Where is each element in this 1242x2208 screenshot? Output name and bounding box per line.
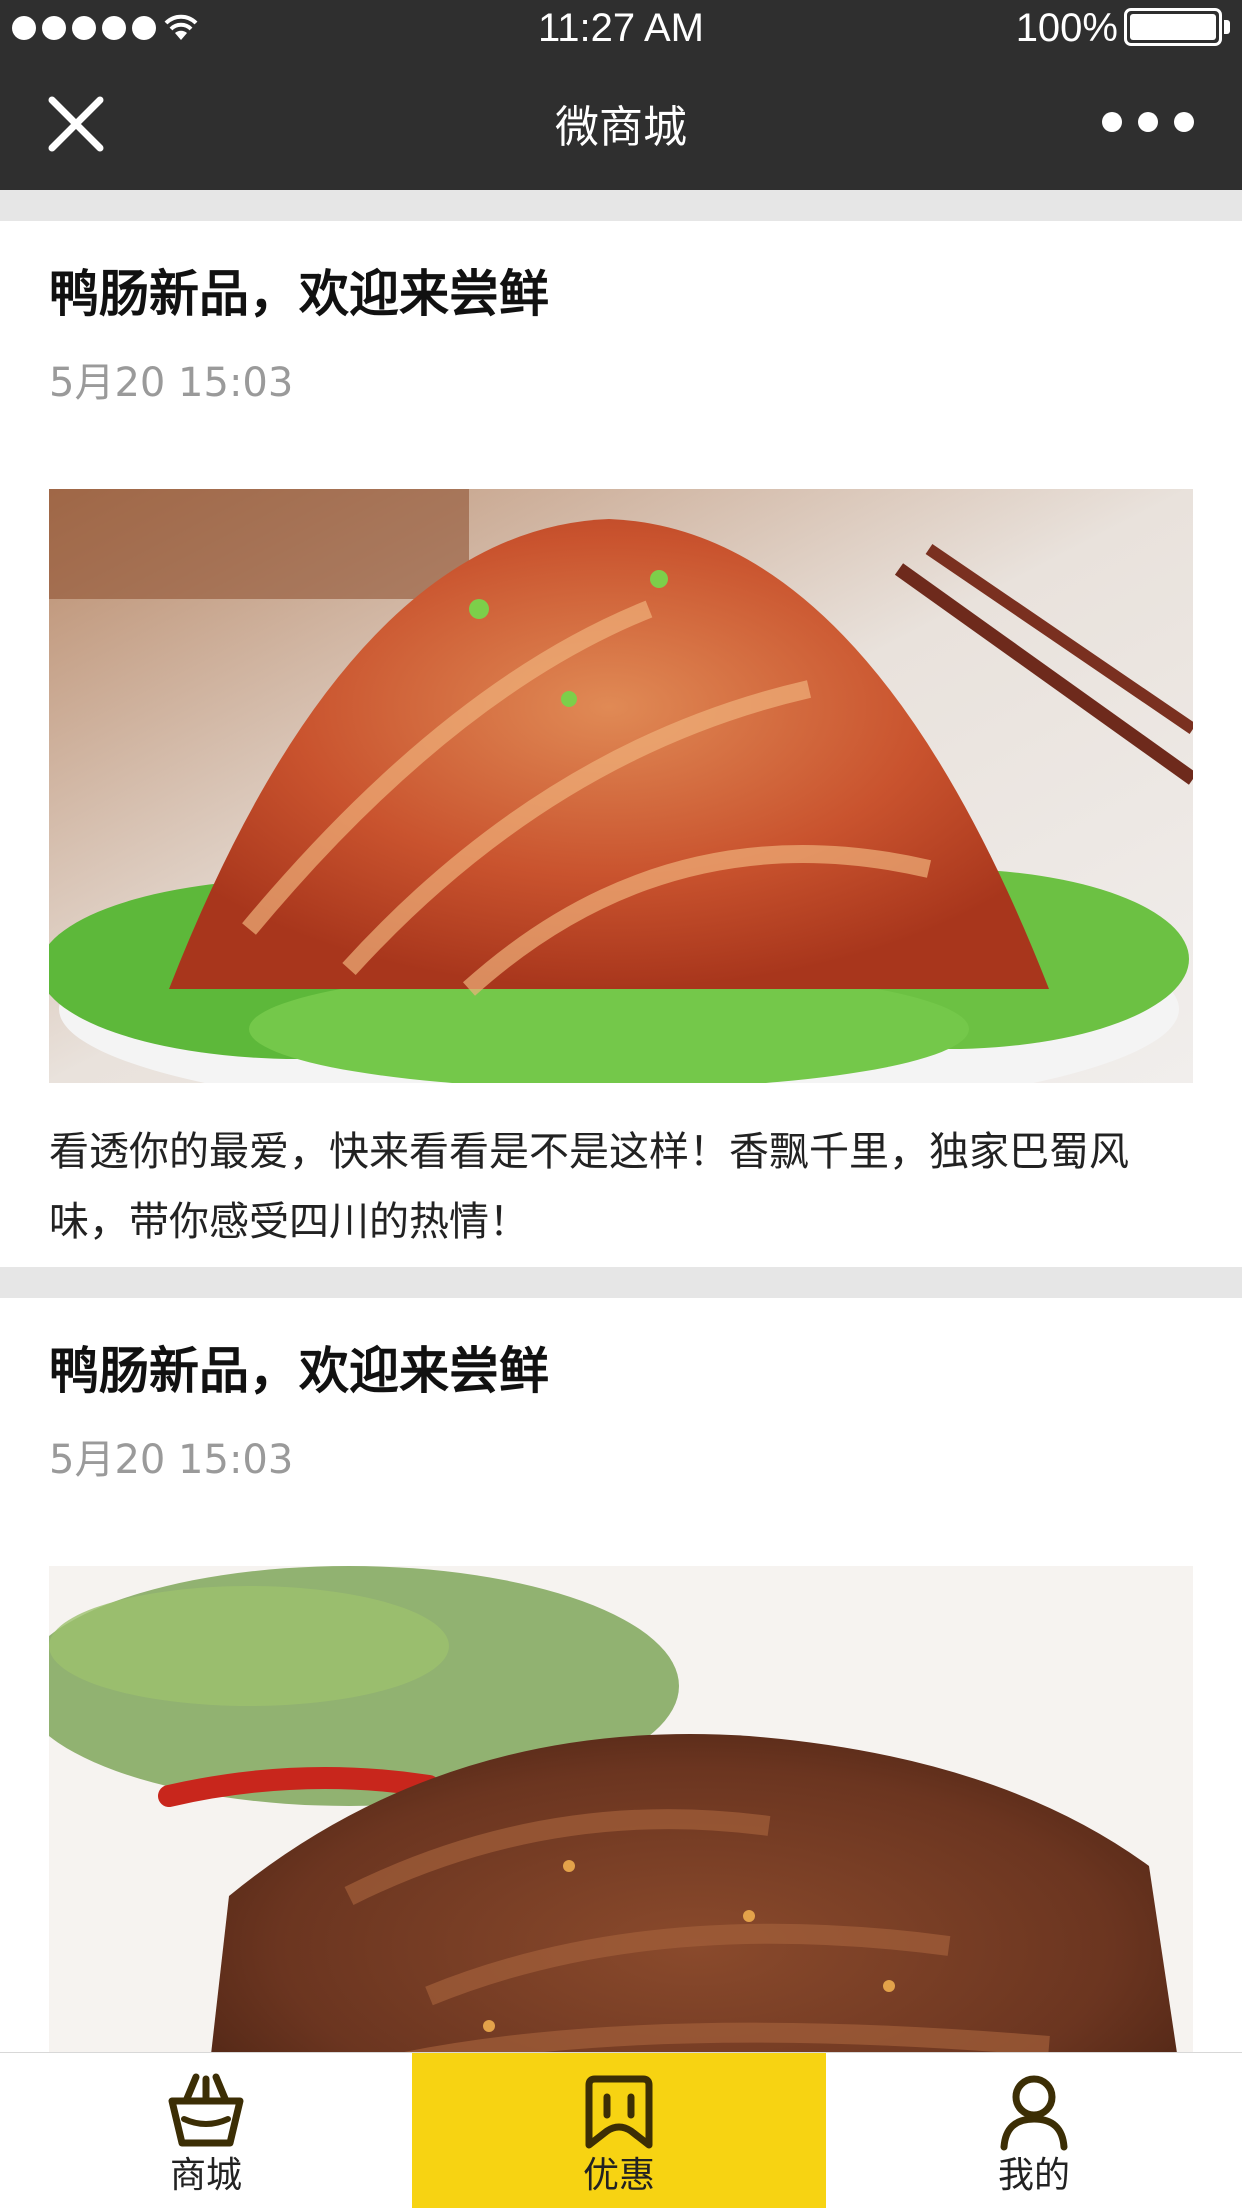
- post-card[interactable]: 鸭肠新品，欢迎来尝鲜 5月20 15:03: [0, 1298, 1242, 2052]
- battery-icon: [1124, 8, 1230, 46]
- post-title: 鸭肠新品，欢迎来尝鲜: [49, 265, 549, 323]
- navigation-bar: 微商城: [0, 56, 1242, 190]
- tab-label: 优惠: [582, 2155, 655, 2196]
- bottom-tab-bar: 商城 优惠 我的: [0, 2052, 1242, 2208]
- battery-percentage: 100%: [1015, 6, 1118, 50]
- app-frame: 11:27 AM 100% 微商城 鸭肠新品，欢迎来尝鲜 5月20 15:03: [0, 0, 1242, 2208]
- page-title: 微商城: [555, 102, 687, 153]
- tab-label: 我的: [997, 2155, 1070, 2196]
- post-title: 鸭肠新品，欢迎来尝鲜: [49, 1342, 549, 1400]
- user-icon: [1000, 2075, 1068, 2151]
- post-date: 5月20 15:03: [49, 1437, 294, 1483]
- post-feed[interactable]: 鸭肠新品，欢迎来尝鲜 5月20 15:03 看透你的最爱，快来看看是不是这样！香…: [0, 190, 1242, 2052]
- tab-mall[interactable]: 商城: [0, 2053, 412, 2208]
- status-bar: 11:27 AM 100%: [0, 0, 1242, 56]
- post-image[interactable]: [49, 489, 1193, 1083]
- basket-icon: [168, 2073, 244, 2147]
- post-card[interactable]: 鸭肠新品，欢迎来尝鲜 5月20 15:03: [0, 221, 1242, 1267]
- tab-mine[interactable]: 我的: [826, 2053, 1242, 2208]
- post-date: 5月20 15:03: [49, 360, 294, 406]
- more-dots-icon[interactable]: [1102, 112, 1194, 132]
- coupon-icon: [585, 2075, 653, 2149]
- tab-discount[interactable]: 优惠: [412, 2053, 826, 2208]
- post-image[interactable]: [49, 1566, 1193, 2052]
- tab-label: 商城: [169, 2155, 242, 2196]
- post-description: 看透你的最爱，快来看看是不是这样！香飘千里，独家巴蜀风味，带你感受四川的热情！: [49, 1129, 1129, 1245]
